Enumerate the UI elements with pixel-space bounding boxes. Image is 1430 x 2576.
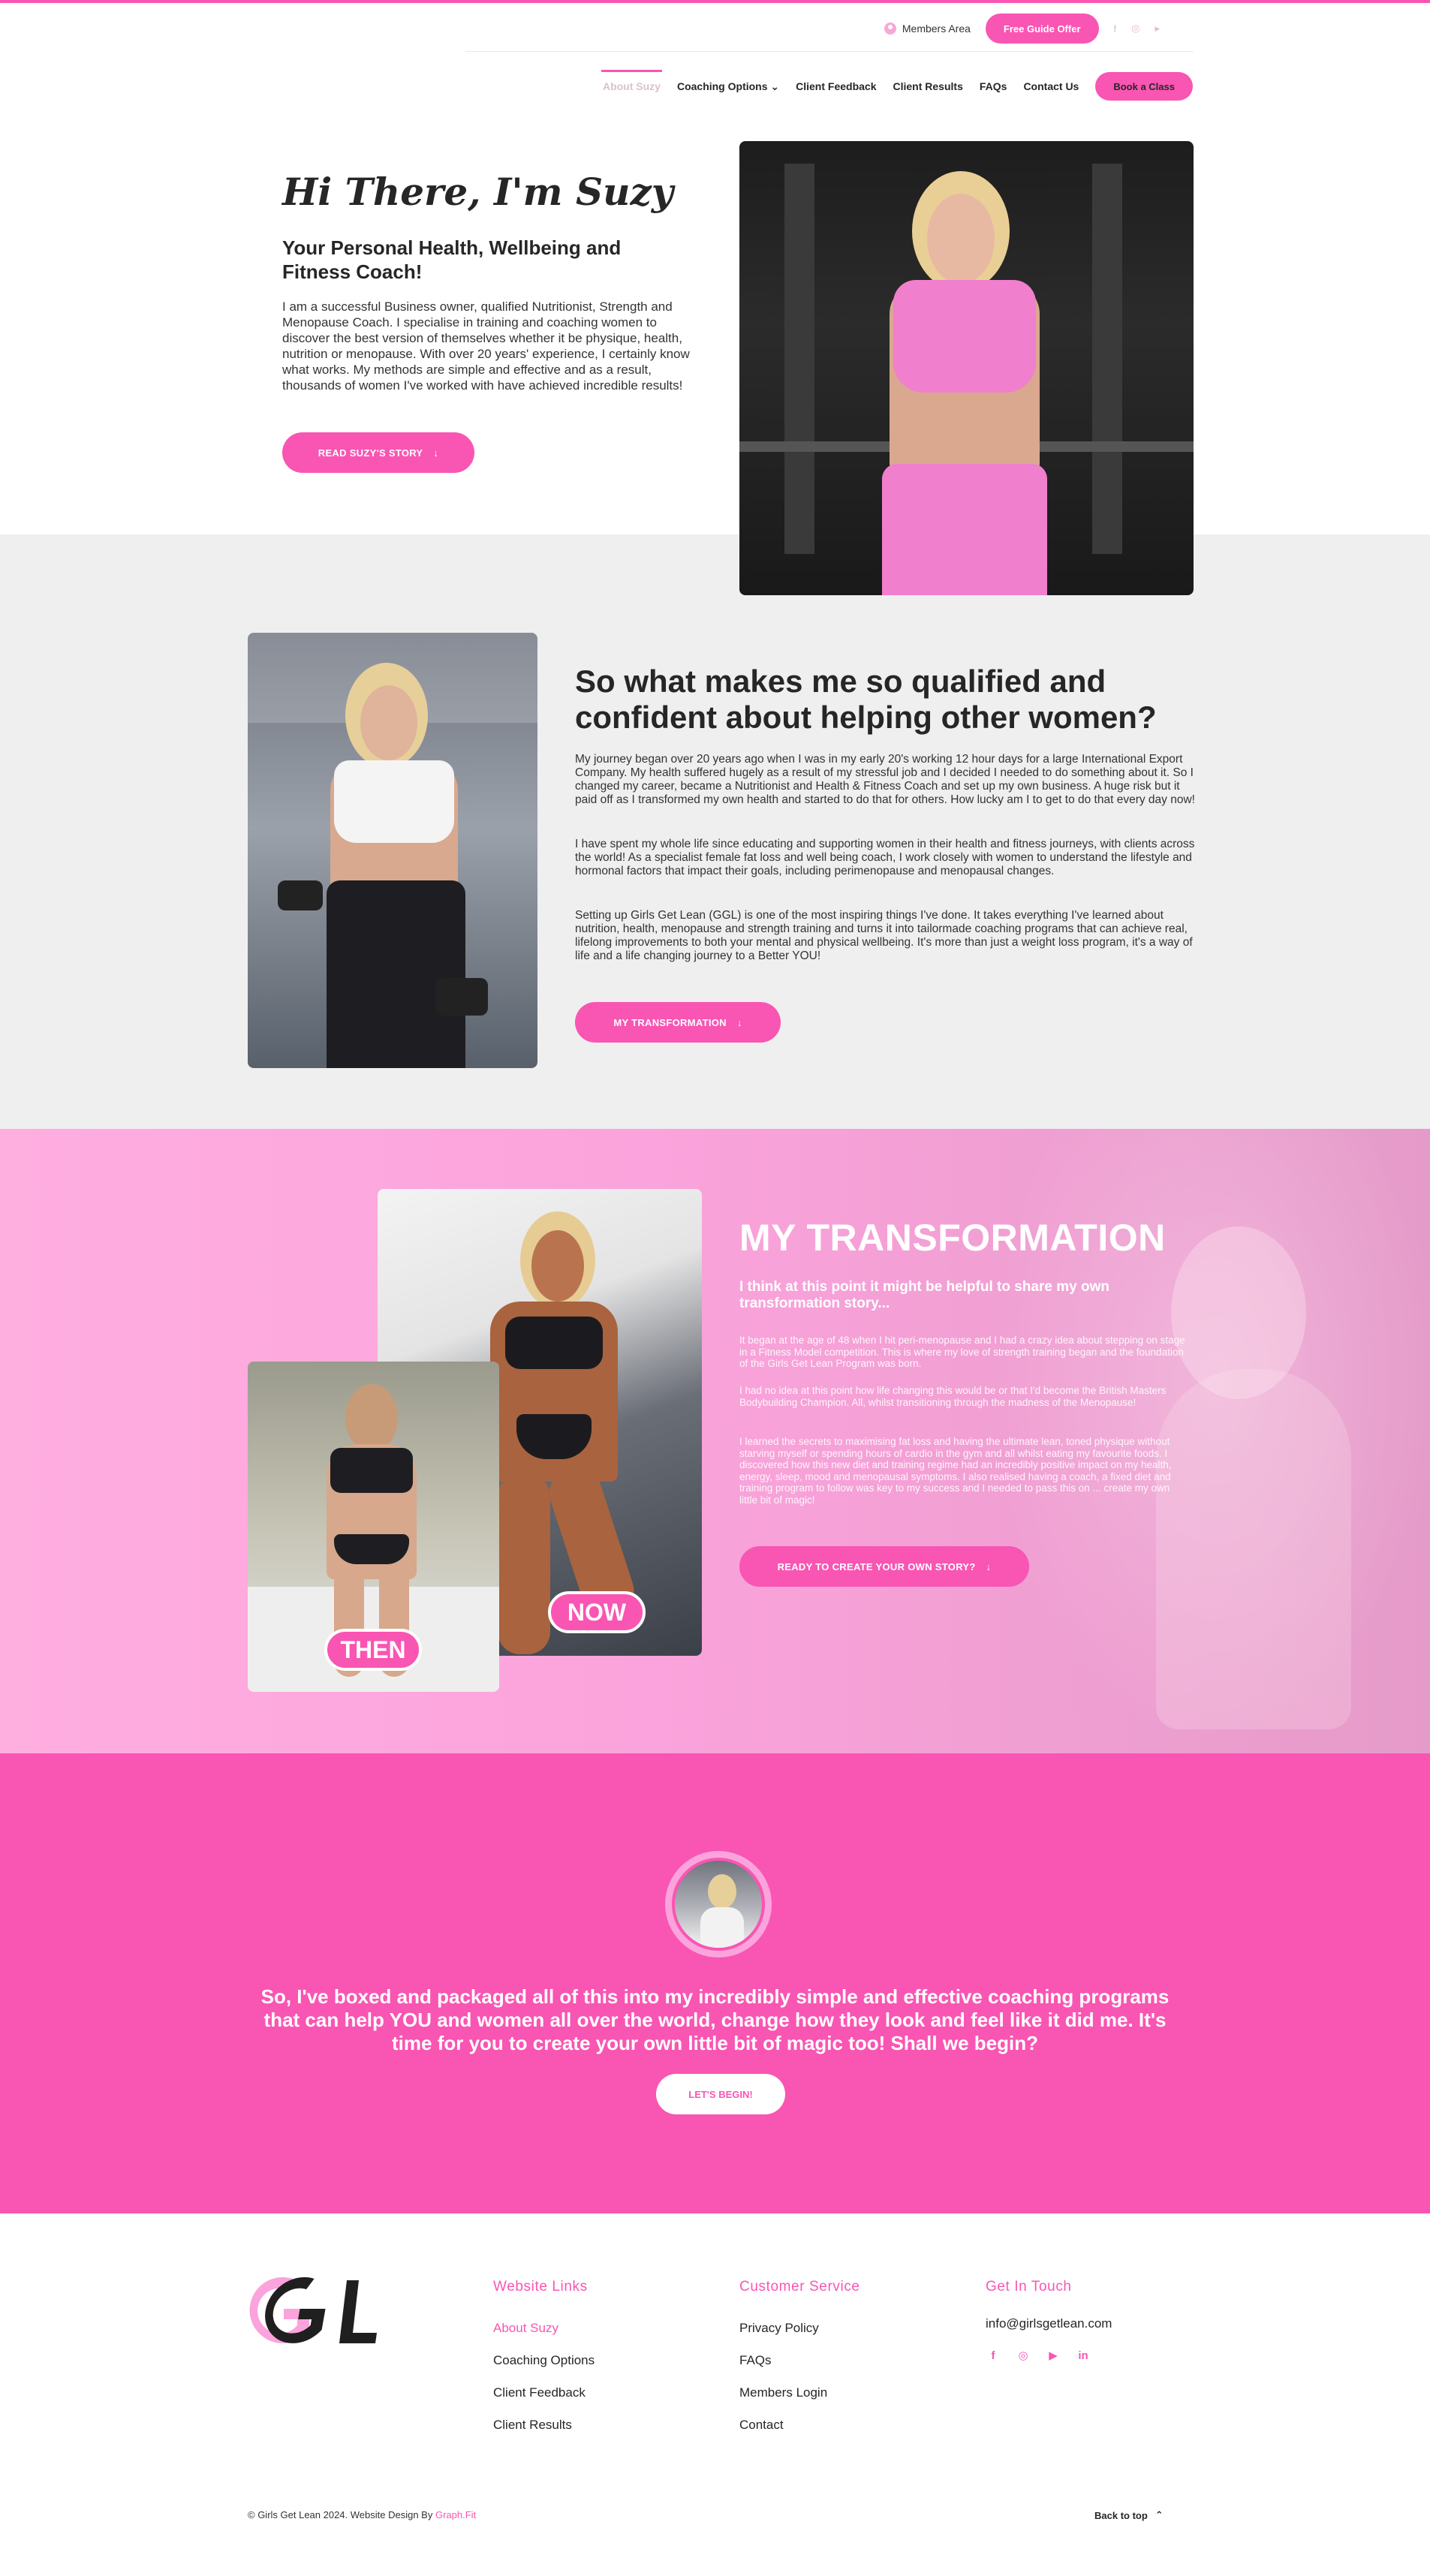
- copyright-text: © Girls Get Lean 2024. Website Design By: [248, 2509, 435, 2520]
- nav-contact-us[interactable]: Contact Us: [1023, 80, 1079, 92]
- footer-link-members-login[interactable]: Members Login: [739, 2385, 860, 2400]
- hero-title: Hi There, I'm Suzy: [282, 170, 673, 214]
- main-nav: About Suzy Coaching Options ⌄ Client Fee…: [601, 70, 1193, 101]
- now-label: NOW: [548, 1591, 646, 1633]
- instagram-icon[interactable]: ◎: [1131, 23, 1139, 35]
- youtube-icon[interactable]: ▸: [1155, 23, 1160, 35]
- nav-about-suzy[interactable]: About Suzy: [601, 70, 662, 92]
- transformation-title: MY TRANSFORMATION: [739, 1217, 1166, 1259]
- nav-client-feedback[interactable]: Client Feedback: [796, 80, 876, 92]
- copyright: © Girls Get Lean 2024. Website Design By…: [248, 2509, 476, 2520]
- qualified-paragraph-3: Setting up Girls Get Lean (GGL) is one o…: [575, 909, 1193, 962]
- footer-link-privacy-policy[interactable]: Privacy Policy: [739, 2321, 860, 2336]
- cta-section: [0, 1753, 1430, 2213]
- transformation-paragraph-1: It began at the age of 48 when I hit per…: [739, 1335, 1185, 1369]
- facebook-icon[interactable]: f: [1114, 23, 1117, 35]
- ready-create-story-label: READY TO CREATE YOUR OWN STORY?: [777, 1560, 976, 1572]
- nav-coaching-options[interactable]: Coaching Options ⌄: [677, 80, 779, 93]
- avatar-photo: [672, 1858, 765, 1951]
- hero-subtitle: Your Personal Health, Wellbeing and Fitn…: [282, 236, 622, 283]
- then-label: THEN: [324, 1629, 422, 1671]
- chevron-up-icon: ⌃: [1155, 2509, 1164, 2520]
- footer-link-client-feedback[interactable]: Client Feedback: [493, 2385, 595, 2400]
- footer-website-links: Website Links About Suzy Coaching Option…: [493, 2279, 595, 2450]
- free-guide-button[interactable]: Free Guide Offer: [985, 14, 1099, 44]
- footer-link-about-suzy[interactable]: About Suzy: [493, 2321, 595, 2336]
- top-accent-bar: [0, 0, 1430, 3]
- linkedin-icon[interactable]: in: [1076, 2348, 1091, 2363]
- hero-body: I am a successful Business owner, qualif…: [282, 299, 690, 393]
- book-a-class-button[interactable]: Book a Class: [1095, 72, 1193, 101]
- header-divider: [465, 51, 1194, 52]
- ggl-logo[interactable]: [248, 2273, 380, 2345]
- back-to-top-link[interactable]: Back to top ⌃: [1094, 2509, 1164, 2521]
- arrow-down-icon: ↓: [433, 447, 439, 459]
- footer-heading: Website Links: [493, 2279, 588, 2295]
- qualified-paragraph-1: My journey began over 20 years ago when …: [575, 753, 1195, 806]
- youtube-icon[interactable]: ▶: [1046, 2348, 1061, 2363]
- nav-faqs[interactable]: FAQs: [980, 80, 1007, 92]
- footer-link-faqs[interactable]: FAQs: [739, 2353, 860, 2368]
- arrow-down-icon: ↓: [736, 1016, 742, 1028]
- footer-email[interactable]: info@girlsgetlean.com: [986, 2316, 1112, 2331]
- nav-client-results[interactable]: Client Results: [893, 80, 963, 92]
- designer-link[interactable]: Graph.Fit: [435, 2509, 476, 2520]
- hero-photo: [739, 141, 1194, 595]
- footer-link-client-results[interactable]: Client Results: [493, 2418, 595, 2433]
- my-transformation-button[interactable]: MY TRANSFORMATION ↓: [575, 1002, 781, 1043]
- cta-text: So, I've boxed and packaged all of this …: [260, 1985, 1170, 2054]
- transformation-lead: I think at this point it might be helpfu…: [739, 1279, 1109, 1311]
- footer-link-coaching-options[interactable]: Coaching Options: [493, 2353, 595, 2368]
- arrow-down-icon: ↓: [986, 1560, 992, 1572]
- footer-link-contact[interactable]: Contact: [739, 2418, 860, 2433]
- members-area-label: Members Area: [902, 23, 971, 35]
- utility-bar: Members Area Free Guide Offer f ◎ ▸: [884, 14, 1160, 44]
- footer-heading: Get In Touch: [986, 2279, 1072, 2295]
- qualified-paragraph-2: I have spent my whole life since educati…: [575, 838, 1195, 877]
- ready-create-story-button[interactable]: READY TO CREATE YOUR OWN STORY? ↓: [739, 1546, 1029, 1587]
- lets-begin-button[interactable]: LET'S BEGIN!: [656, 2074, 785, 2114]
- transformation-paragraph-2: I had no idea at this point how life cha…: [739, 1385, 1167, 1408]
- qualified-title: So what makes me so qualified and confid…: [575, 664, 1157, 735]
- footer-get-in-touch: Get In Touch info@girlsgetlean.com f ◎ ▶…: [986, 2279, 1112, 2363]
- read-story-label: READ SUZY'S STORY: [318, 447, 423, 459]
- facebook-icon[interactable]: f: [986, 2348, 1001, 2363]
- user-icon: [884, 23, 896, 35]
- avatar: [665, 1851, 772, 1958]
- read-story-button[interactable]: READ SUZY'S STORY ↓: [282, 432, 474, 473]
- footer-social-icons: f ◎ ▶ in: [986, 2348, 1112, 2363]
- gym-photo: [248, 633, 537, 1068]
- my-transformation-label: MY TRANSFORMATION: [613, 1016, 727, 1028]
- back-to-top-label: Back to top: [1094, 2509, 1148, 2521]
- footer-customer-service: Customer Service Privacy Policy FAQs Mem…: [739, 2279, 860, 2450]
- footer-heading: Customer Service: [739, 2279, 860, 2295]
- transformation-paragraph-3: I learned the secrets to maximising fat …: [739, 1436, 1172, 1506]
- instagram-icon[interactable]: ◎: [1016, 2348, 1031, 2363]
- members-area-link[interactable]: Members Area: [884, 23, 971, 35]
- transformation-section: [0, 1129, 1430, 1753]
